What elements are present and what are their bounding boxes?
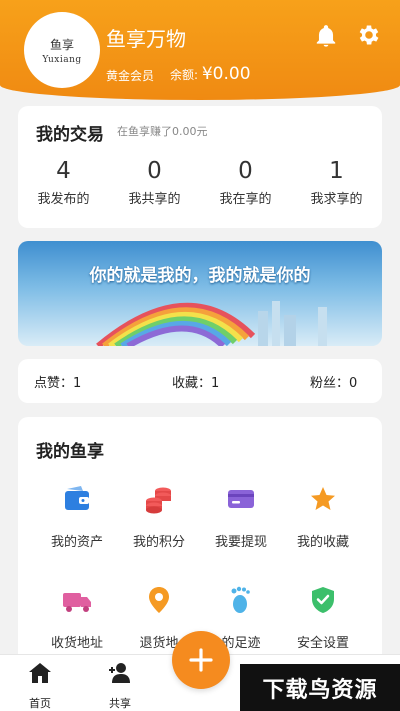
trade-earnings: 在鱼享赚了0.00元	[117, 125, 208, 138]
tab-share[interactable]: 共享	[90, 661, 150, 711]
username: 鱼享万物	[106, 27, 186, 51]
stat-number: 1	[329, 158, 344, 184]
menu-item-label: 安全设置	[296, 636, 349, 651]
card-icon	[228, 490, 254, 508]
truck-icon	[63, 593, 91, 612]
menu-item-security[interactable]: 安全设置	[282, 584, 364, 651]
balance-value: ¥0.00	[201, 64, 251, 84]
stat-requested[interactable]: 1 我求享的	[291, 158, 382, 207]
footprint-icon	[231, 586, 250, 613]
menu-item-label: 我要提现	[214, 535, 267, 550]
stat-shared[interactable]: 0 我共享的	[109, 158, 200, 207]
avatar-logo-text: 鱼享	[49, 37, 74, 52]
social-stats-card: 点赞：1 收藏：1 粉丝：0	[18, 359, 382, 403]
shield-icon	[312, 587, 334, 613]
gear-icon[interactable]	[356, 22, 382, 48]
menu-item-label: 我的资产	[50, 535, 103, 550]
favorites-count[interactable]: 收藏：1	[172, 372, 219, 391]
add-user-icon	[109, 663, 130, 683]
member-level: 黄金会员	[106, 69, 155, 83]
home-icon	[29, 663, 51, 683]
stat-label: 我在享的	[219, 192, 272, 207]
menu-item-assets[interactable]: 我的资产	[36, 483, 118, 550]
menu-item-favorites[interactable]: 我的收藏	[282, 483, 364, 550]
wallet-icon	[65, 486, 89, 510]
bell-icon[interactable]	[313, 23, 339, 49]
trade-title: 我的交易	[36, 125, 104, 145]
promo-banner[interactable]: 你的就是我的，我的就是你的	[18, 241, 382, 346]
menu-item-points[interactable]: 我的积分	[118, 483, 200, 550]
avatar[interactable]: 鱼享 Yuxiang	[24, 12, 100, 88]
balance: 余额: ¥0.00	[170, 64, 251, 84]
likes-count[interactable]: 点赞：1	[34, 372, 81, 391]
menu-item-withdraw[interactable]: 我要提现	[200, 483, 282, 550]
profile-header: 鱼享 Yuxiang 鱼享万物 黄金会员 余额: ¥0.00	[0, 0, 400, 100]
menu-item-label: 我的收藏	[296, 535, 349, 550]
tab-home[interactable]: 首页	[10, 661, 70, 711]
menu-item-address[interactable]: 收货地址	[36, 584, 118, 651]
tab-home-label: 首页	[29, 697, 51, 710]
banner-slogan: 你的就是我的，我的就是你的	[89, 266, 311, 286]
menu-item-label: 我的积分	[132, 535, 185, 550]
watermark: 下载鸟资源	[240, 664, 400, 711]
stat-enjoying[interactable]: 0 我在享的	[200, 158, 291, 207]
balance-label: 余额:	[170, 68, 202, 82]
stat-label: 我共享的	[128, 192, 181, 207]
star-icon	[311, 487, 335, 510]
avatar-logo-subtext: Yuxiang	[42, 54, 82, 65]
location-icon	[149, 587, 169, 613]
tab-share-label: 共享	[109, 697, 131, 710]
stat-label: 我求享的	[310, 192, 363, 207]
coins-icon	[146, 487, 171, 514]
stat-label: 我发布的	[37, 192, 90, 207]
rainbow-illustration	[96, 301, 327, 346]
stat-published[interactable]: 4 我发布的	[18, 158, 109, 207]
publish-fab-button[interactable]	[172, 631, 230, 689]
stat-number: 0	[238, 158, 253, 184]
my-yuxiang-card: 我的鱼享 我的资产 我的积分 我要提现 我的收藏 收货地址 退货地 的足迹 安全…	[18, 417, 382, 667]
plus-icon	[189, 648, 213, 672]
menu-item-label: 收货地址	[50, 636, 103, 651]
fans-count[interactable]: 粉丝：0	[310, 372, 357, 391]
trade-card: 我的交易 在鱼享赚了0.00元 4 我发布的 0 我共享的 0 我在享的 1 我…	[18, 106, 382, 228]
menu-title: 我的鱼享	[36, 442, 104, 462]
stat-number: 0	[147, 158, 162, 184]
stat-number: 4	[56, 158, 71, 184]
